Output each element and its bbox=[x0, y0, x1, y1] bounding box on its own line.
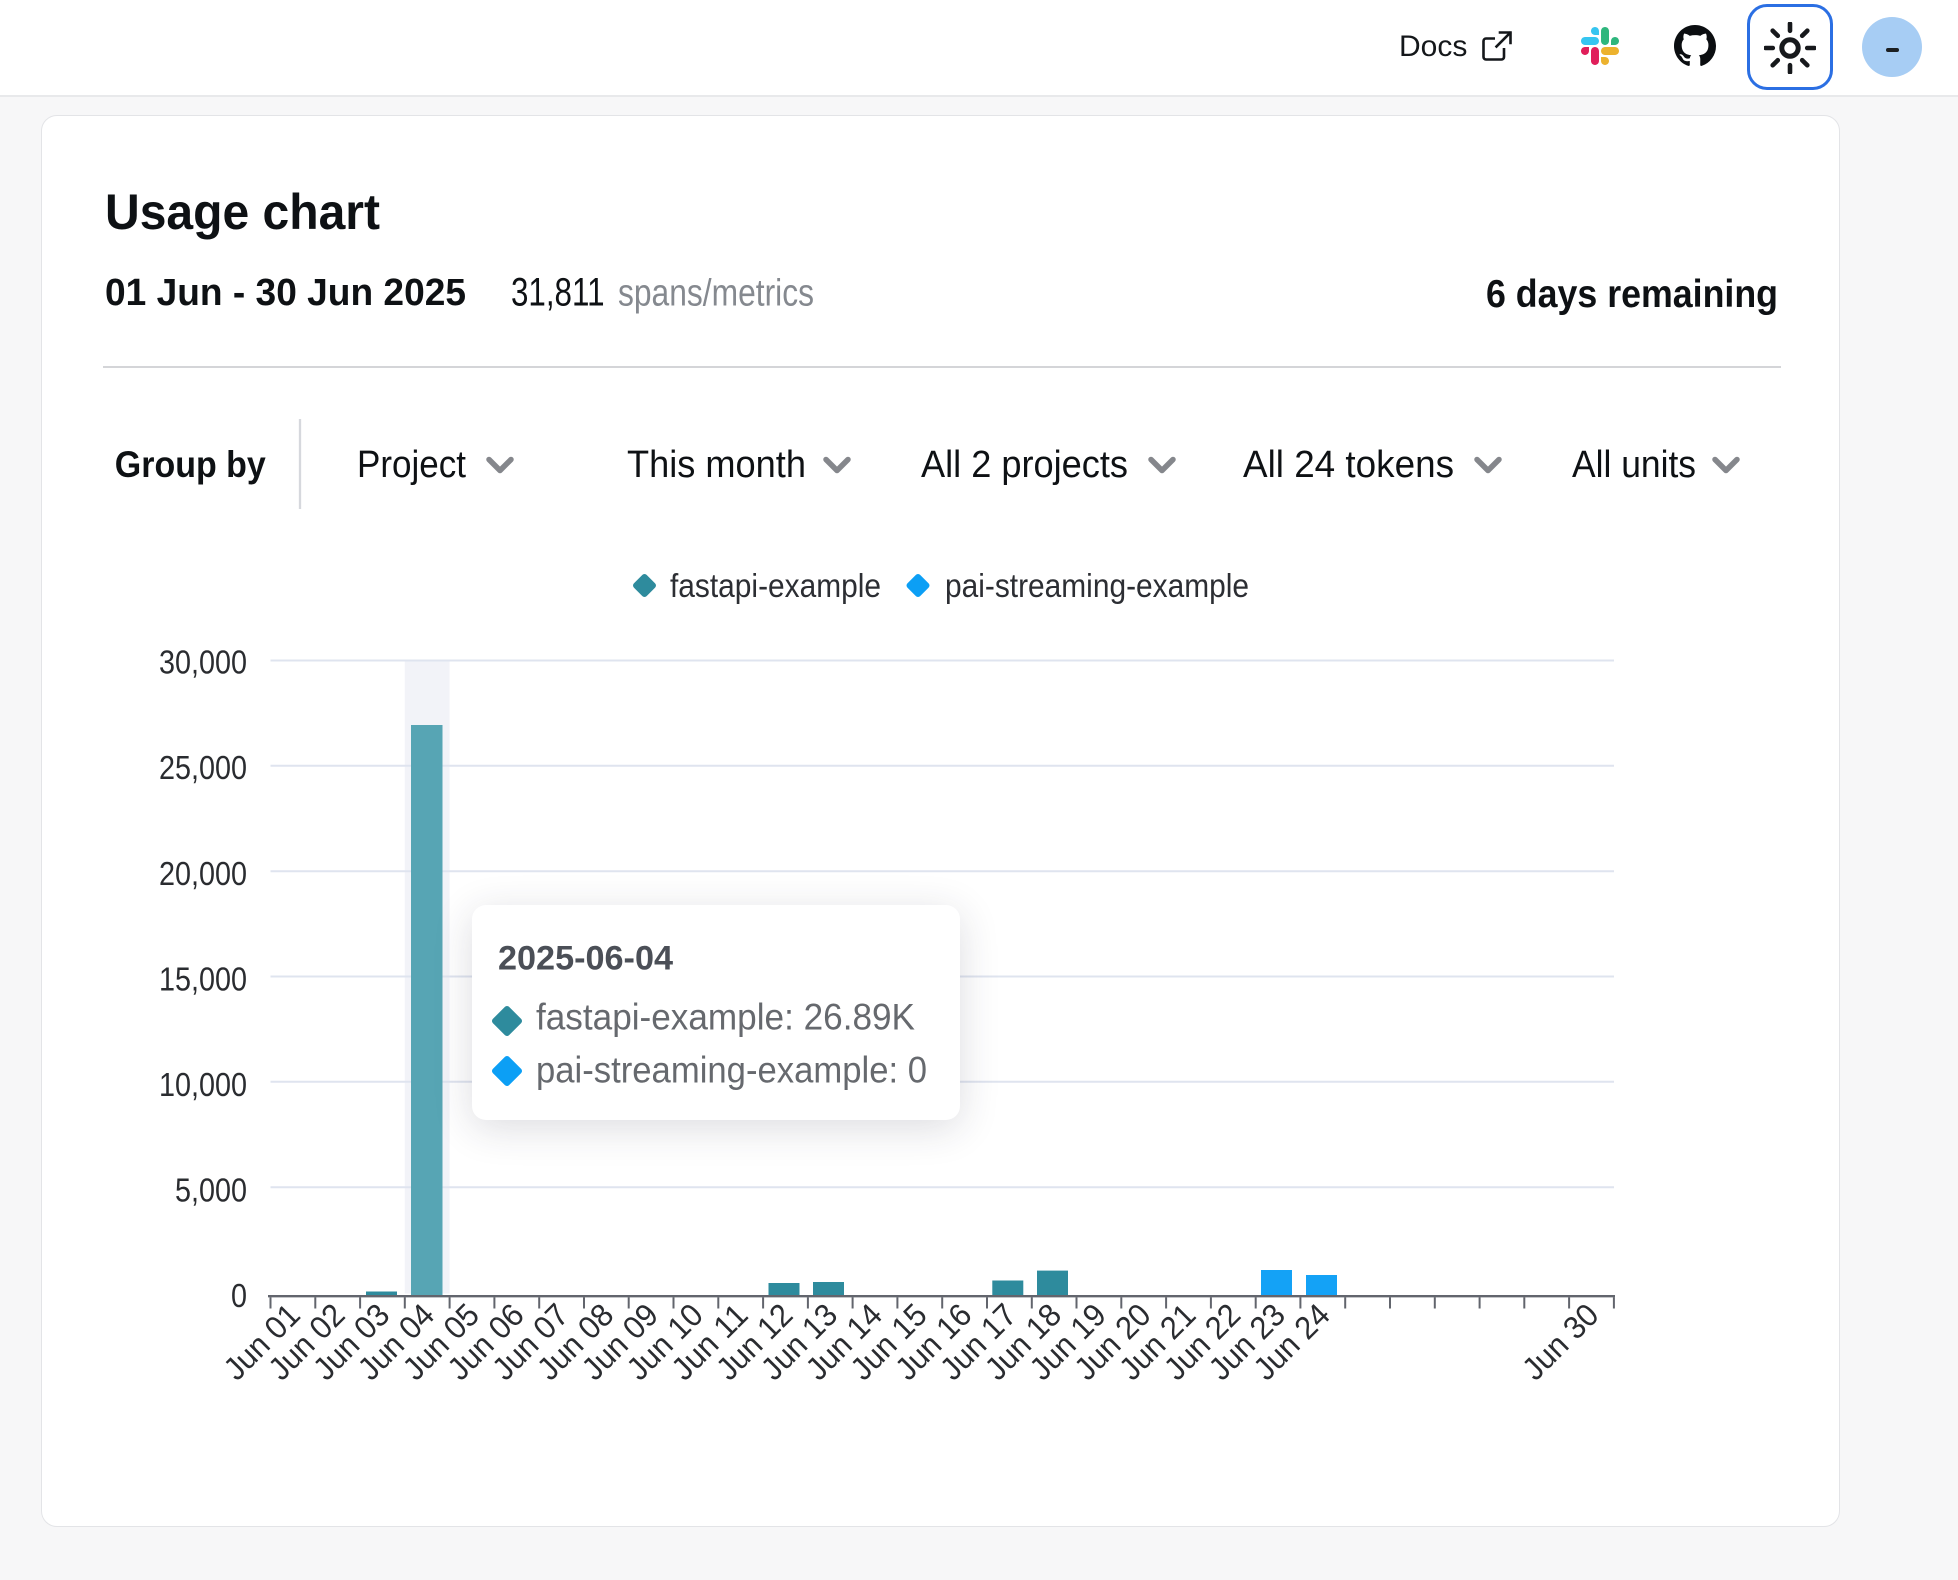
svg-text:pai-streaming-example: 0: pai-streaming-example: 0 bbox=[536, 1050, 927, 1091]
svg-text:fastapi-example: 26.89K: fastapi-example: 26.89K bbox=[536, 997, 915, 1038]
svg-text:2025-06-04: 2025-06-04 bbox=[498, 940, 673, 978]
